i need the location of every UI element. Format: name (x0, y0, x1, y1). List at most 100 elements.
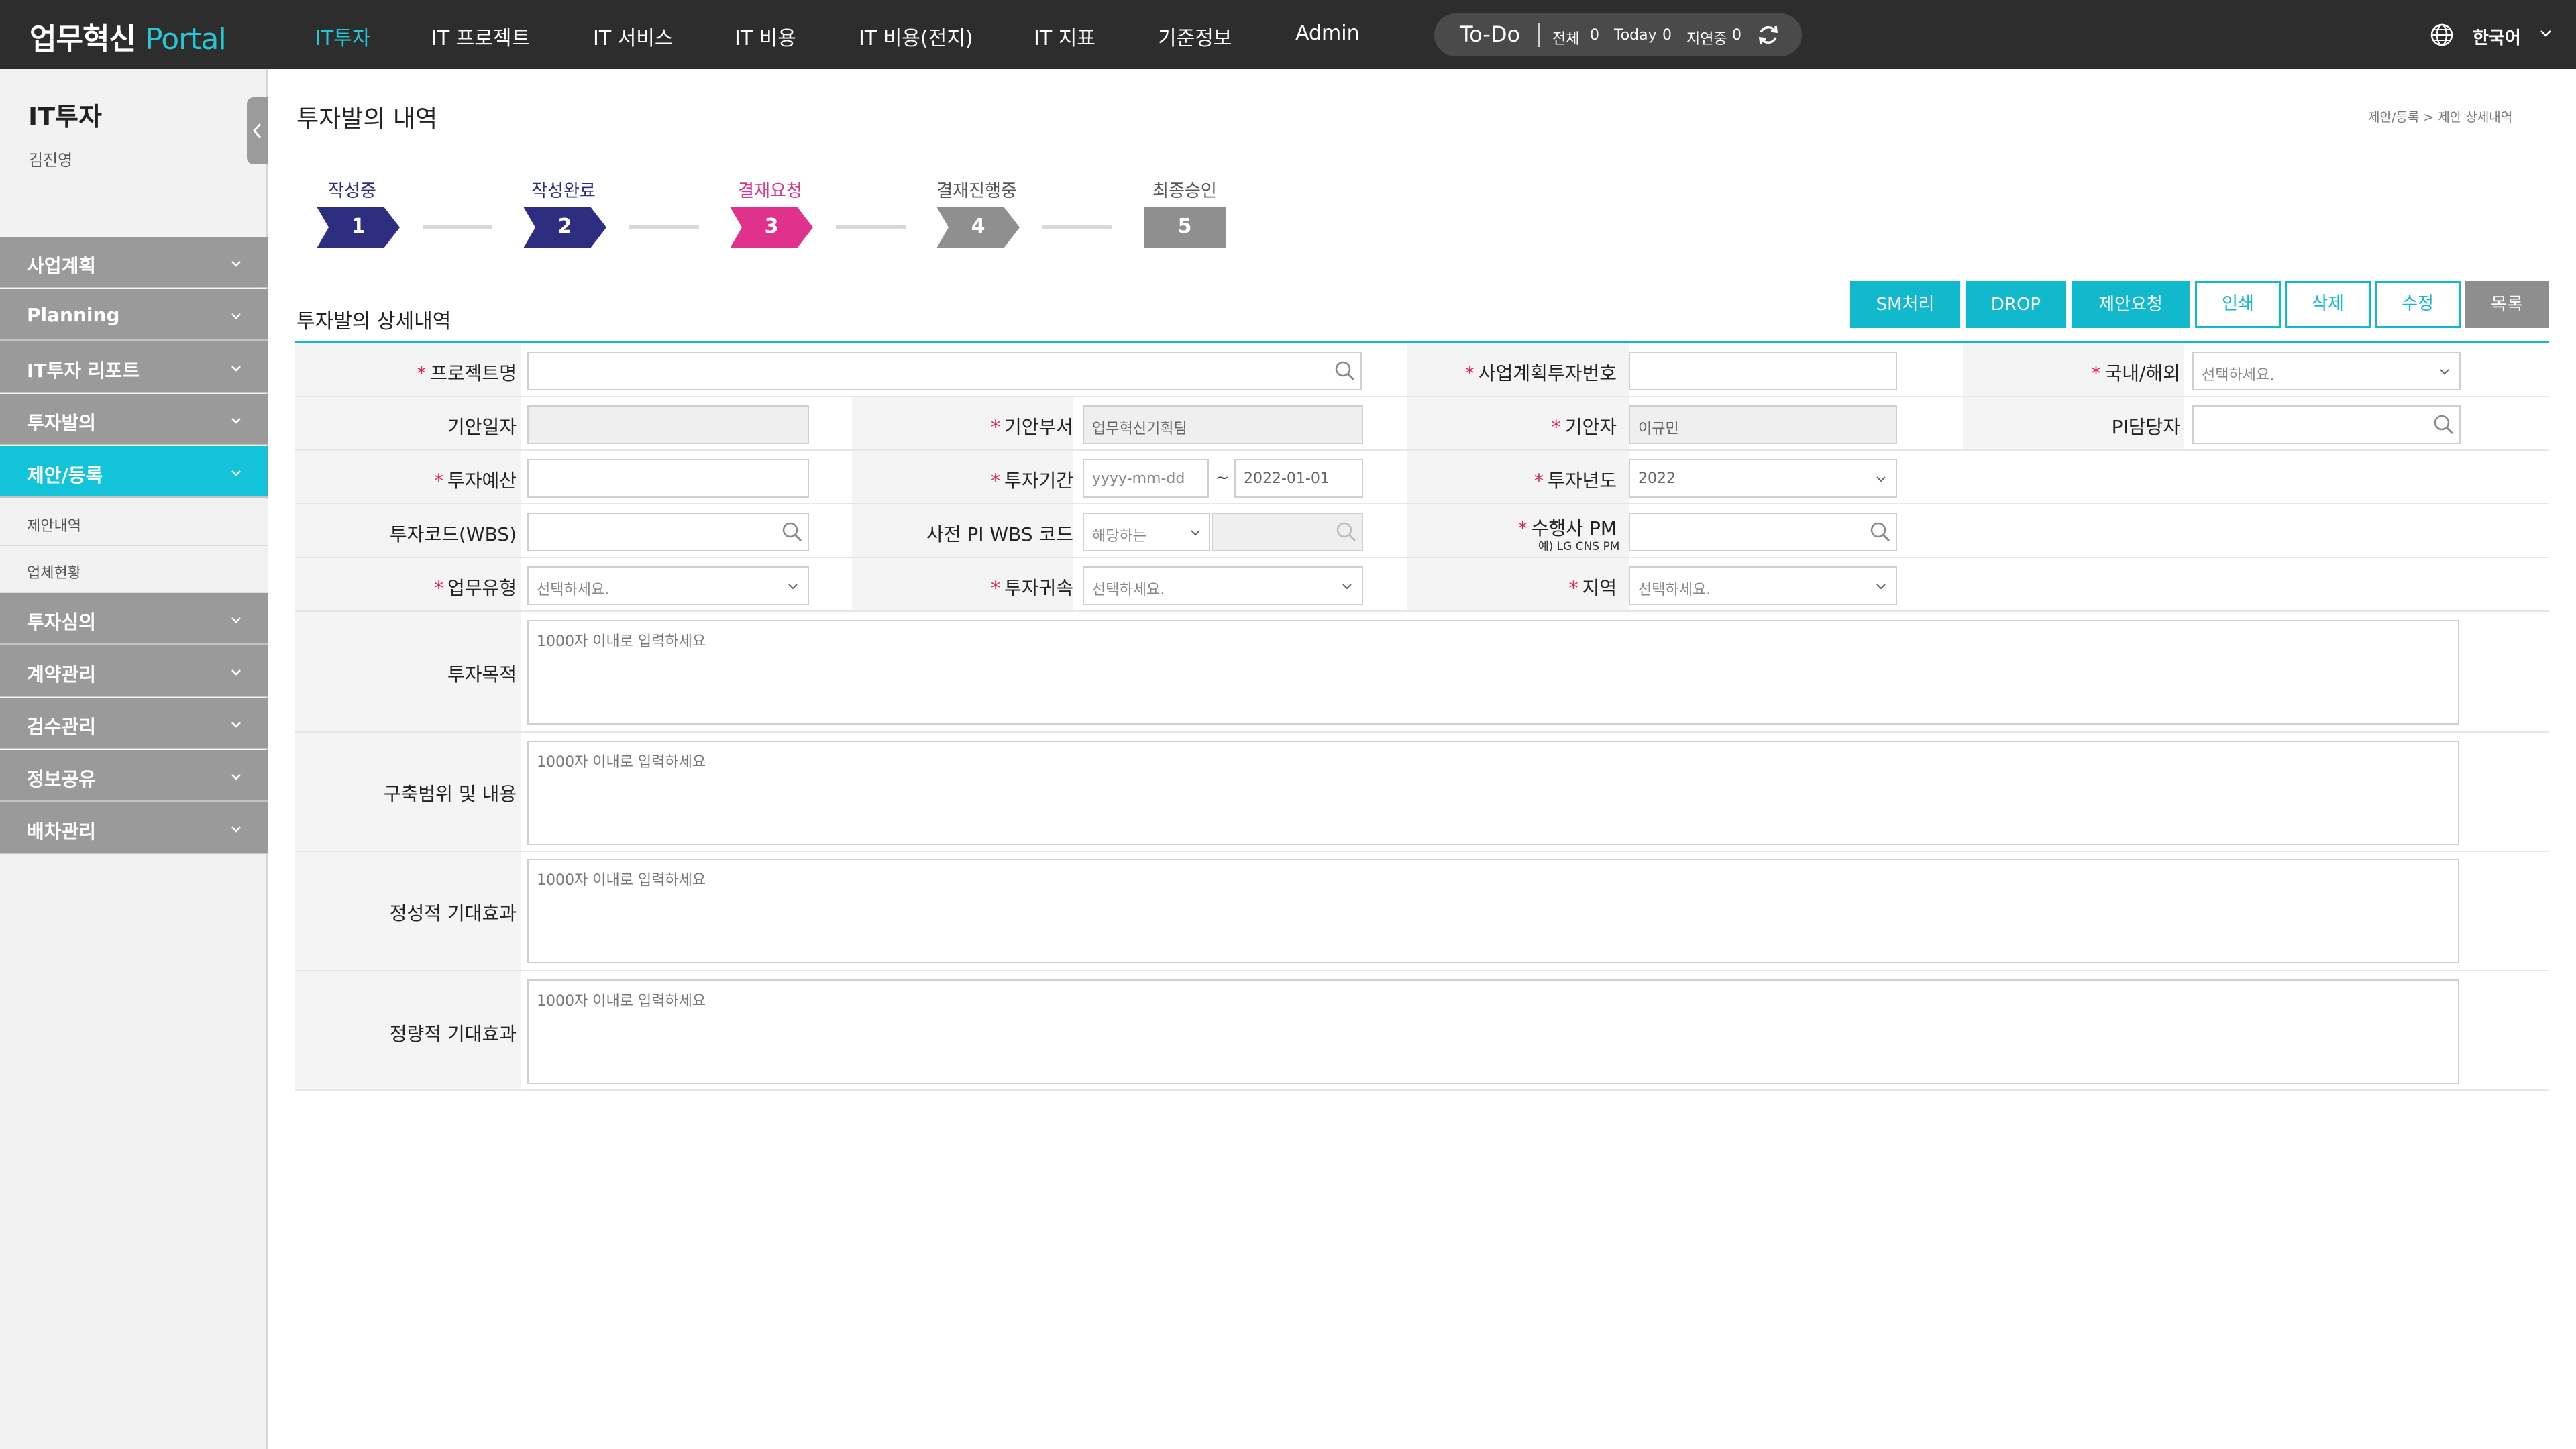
invest-owner-select[interactable]: 선택하세요. (1083, 566, 1363, 605)
pi-manager-input[interactable] (2192, 405, 2461, 444)
qualitative-effect-label: 정성적 기대효과 (389, 902, 517, 924)
print-button[interactable]: 인쇄 (2195, 281, 2281, 328)
step-label-4: 결재진행중 (936, 181, 1017, 201)
sidebar-item-label: 배차관리 (27, 820, 97, 843)
search-icon[interactable] (2432, 413, 2455, 436)
chevron-down-icon (231, 617, 241, 623)
nav-it-cost-allocation[interactable]: IT 비용(전지) (859, 21, 973, 51)
sidebar-item-inspection[interactable]: 검수관리 (0, 698, 268, 749)
todo-all-count[interactable]: 0 (1590, 27, 1599, 44)
portal-logo[interactable]: 업무혁신 Portal (30, 15, 227, 58)
invest-owner-label: * 투자귀속 (990, 577, 1073, 599)
nav-it-project[interactable]: IT 프로젝트 (431, 21, 530, 51)
step-4: 4 (936, 207, 1020, 248)
chevron-down-icon[interactable] (2538, 25, 2553, 40)
todo-today-label: Today (1614, 27, 1657, 44)
chevron-down-icon (231, 669, 241, 676)
search-icon[interactable] (781, 521, 804, 543)
sidebar-item-proposal-register[interactable]: 제안/등록 (0, 446, 268, 498)
invest-period-label: * 투자기간 (990, 470, 1073, 492)
proposal-request-button[interactable]: 제안요청 (2072, 281, 2190, 328)
sm-process-button[interactable]: SM처리 (1850, 281, 1960, 328)
domestic-overseas-label: * 국내/해외 (2091, 362, 2180, 384)
sidebar-item-label: IT투자 리포트 (27, 360, 140, 382)
nav-it-cost[interactable]: IT 비용 (735, 21, 796, 51)
nav-it-service[interactable]: IT 서비스 (593, 21, 674, 51)
chevron-down-icon (1876, 584, 1886, 590)
pre-pi-wbs-select[interactable]: 해당하는 (1083, 513, 1210, 551)
sidebar-item-label: Planning (27, 304, 120, 326)
sidebar-item-contract[interactable]: 계약관리 (0, 645, 268, 697)
todo-delay-count[interactable]: 0 (1732, 27, 1741, 44)
search-icon[interactable] (1869, 521, 1892, 543)
breadcrumb[interactable]: 제안/등록 > 제안 상세내역 (2368, 107, 2512, 125)
step-number: 1 (351, 215, 366, 238)
step-number: 5 (1177, 215, 1192, 238)
logo-main-text: 업무혁신 (30, 22, 136, 56)
chevron-down-icon (231, 366, 241, 372)
domestic-overseas-select[interactable]: 선택하세요. (2192, 352, 2461, 390)
step-label-3: 결재요청 (738, 181, 802, 201)
sidebar-item-dispatch[interactable]: 배차관리 (0, 802, 268, 854)
work-type-label: * 업무유형 (433, 577, 517, 599)
step-2: 2 (523, 207, 606, 248)
nav-master-data[interactable]: 기준정보 (1158, 21, 1232, 51)
work-type-select[interactable]: 선택하세요. (527, 566, 809, 605)
draft-date-label: 기안일자 (447, 416, 517, 438)
chevron-down-icon (231, 418, 241, 424)
vendor-pm-input[interactable] (1629, 513, 1897, 551)
period-start-input[interactable]: yyyy-mm-dd (1083, 459, 1209, 498)
sidebar-subitem-vendor-status[interactable]: 업체현황 (0, 546, 268, 593)
language-selector[interactable]: 한국어 (2473, 24, 2521, 49)
chevron-down-icon (1342, 584, 1352, 590)
project-name-label: * 프로젝트명 (417, 362, 517, 384)
project-name-input[interactable] (527, 352, 1362, 390)
sidebar-item-business-plan[interactable]: 사업계획 (0, 237, 268, 288)
budget-input[interactable] (527, 459, 809, 498)
chevron-down-icon (231, 774, 241, 780)
globe-icon[interactable] (2430, 23, 2454, 47)
drop-button[interactable]: DROP (1966, 281, 2066, 328)
step-5: 5 (1144, 207, 1228, 248)
chevron-down-icon (788, 584, 798, 590)
draft-dept-label: * 기안부서 (990, 416, 1073, 438)
sidebar-item-planning[interactable]: Planning (0, 289, 268, 341)
chevron-down-icon (1191, 530, 1200, 536)
step-connector (629, 225, 699, 229)
nav-admin[interactable]: Admin (1295, 21, 1360, 45)
region-select[interactable]: 선택하세요. (1629, 566, 1897, 605)
list-button[interactable]: 목록 (2465, 281, 2549, 328)
todo-today-count[interactable]: 0 (1662, 27, 1672, 44)
todo-all-label: 전체 (1552, 31, 1580, 48)
sidebar-collapse-button[interactable] (247, 97, 268, 164)
search-icon[interactable] (1334, 360, 1356, 382)
sidebar-item-info-share[interactable]: 정보공유 (0, 750, 268, 802)
purpose-textarea[interactable]: 1000자 이내로 입력하세요 (527, 620, 2459, 724)
draft-date-input (527, 405, 809, 444)
nav-it-investment[interactable]: IT투자 (315, 21, 370, 51)
qualitative-effect-textarea[interactable]: 1000자 이내로 입력하세요 (527, 859, 2459, 963)
plan-invest-no-input[interactable] (1629, 352, 1897, 390)
invest-code-wbs-input[interactable] (527, 513, 809, 551)
sidebar-item-label: 투자발의 (27, 412, 97, 434)
step-number: 2 (557, 215, 572, 238)
refresh-icon[interactable] (1756, 23, 1780, 47)
pre-pi-wbs-label: 사전 PI WBS 코드 (926, 523, 1073, 545)
delete-button[interactable]: 삭제 (2285, 281, 2371, 328)
period-end-input[interactable]: 2022-01-01 (1234, 459, 1363, 498)
chevron-down-icon (231, 261, 241, 267)
drafter-label: * 기안자 (1551, 416, 1617, 438)
todo-widget[interactable]: To-Do 전체 0 Today 0 지연중 0 (1434, 13, 1802, 56)
invest-year-label: * 투자년도 (1534, 470, 1617, 492)
step-connector (1042, 225, 1112, 229)
invest-year-select[interactable]: 2022 (1629, 459, 1897, 498)
sidebar-item-it-report[interactable]: IT투자 리포트 (0, 341, 268, 393)
todo-delay-label: 지연중 (1686, 31, 1727, 48)
sidebar-subitem-proposal-list[interactable]: 제안내역 (0, 499, 268, 546)
sidebar-item-investment-proposal[interactable]: 투자발의 (0, 394, 268, 445)
edit-button[interactable]: 수정 (2375, 281, 2461, 328)
quantitative-effect-textarea[interactable]: 1000자 이내로 입력하세요 (527, 979, 2459, 1084)
scope-textarea[interactable]: 1000자 이내로 입력하세요 (527, 741, 2459, 845)
nav-it-metrics[interactable]: IT 지표 (1034, 21, 1095, 51)
sidebar-item-investment-review[interactable]: 투자심의 (0, 593, 268, 645)
